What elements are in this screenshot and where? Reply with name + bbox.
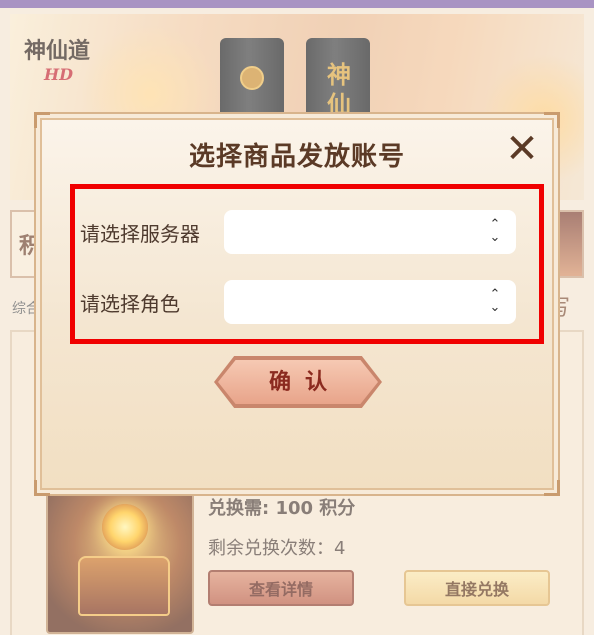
chevron-updown-icon: ⌃ ⌄	[489, 287, 501, 315]
corner-ornament	[34, 480, 50, 496]
corner-ornament	[34, 112, 50, 128]
server-select[interactable]: ⌃ ⌄	[224, 210, 516, 254]
role-row: 请选择角色 ⌃ ⌄	[80, 280, 520, 326]
role-label: 请选择角色	[80, 292, 180, 316]
corner-ornament	[544, 112, 560, 128]
chevron-updown-icon: ⌃ ⌄	[489, 217, 501, 245]
server-row: 请选择服务器 ⌃ ⌄	[80, 210, 520, 256]
role-select[interactable]: ⌃ ⌄	[224, 280, 516, 324]
confirm-button-label: 确认	[268, 369, 341, 395]
close-icon[interactable]: ✕	[504, 129, 540, 169]
select-account-dialog: 选择商品发放账号 ✕ 请选择服务器 ⌃ ⌄ 请选择角色 ⌃ ⌄ 确认	[34, 112, 560, 496]
corner-ornament	[544, 480, 560, 496]
confirm-button[interactable]: 确认	[214, 356, 382, 408]
server-label: 请选择服务器	[80, 222, 200, 246]
dialog-title: 选择商品发放账号	[188, 142, 405, 172]
